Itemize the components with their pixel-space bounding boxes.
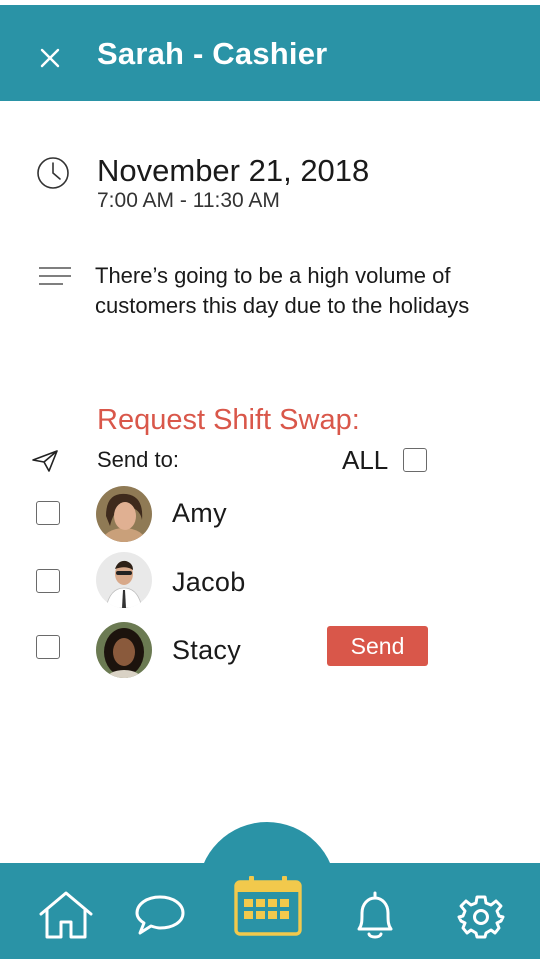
person-name: Amy [172,498,227,528]
home-icon [39,891,93,939]
nav-settings[interactable] [456,892,506,947]
swap-section-title: Request Shift Swap: [97,404,360,436]
avatar [96,486,152,542]
chat-icon [135,895,185,935]
clock-icon [37,157,69,189]
nav-home[interactable] [37,890,95,945]
person-name: Jacob [172,567,246,597]
app-header: Sarah - Cashier [0,5,540,101]
page-title: Sarah - Cashier [97,36,328,71]
close-icon [40,48,60,68]
shift-time: 7:00 AM - 11:30 AM [97,189,280,212]
bell-icon [357,891,393,939]
shift-date: November 21, 2018 [97,153,370,188]
notes-icon [39,267,71,285]
settings-icon [457,895,505,939]
all-label: ALL [342,445,389,475]
avatar [96,622,152,678]
avatar [96,552,152,608]
person-checkbox-stacy[interactable] [36,635,60,659]
person-checkbox-amy[interactable] [36,501,60,525]
send-to-label: Send to: [97,447,179,472]
shift-notes: There’s going to be a high volume of cus… [95,263,470,318]
calendar-icon [234,876,302,936]
nav-notifications[interactable] [350,889,400,946]
nav-calendar[interactable] [233,875,303,942]
person-checkbox-jacob[interactable] [36,569,60,593]
select-all-checkbox[interactable] [403,448,427,472]
close-button[interactable] [33,41,67,75]
nav-messages[interactable] [133,893,187,942]
send-button[interactable]: Send [327,626,428,666]
person-name: Stacy [172,635,242,665]
send-plane-icon [32,450,58,472]
